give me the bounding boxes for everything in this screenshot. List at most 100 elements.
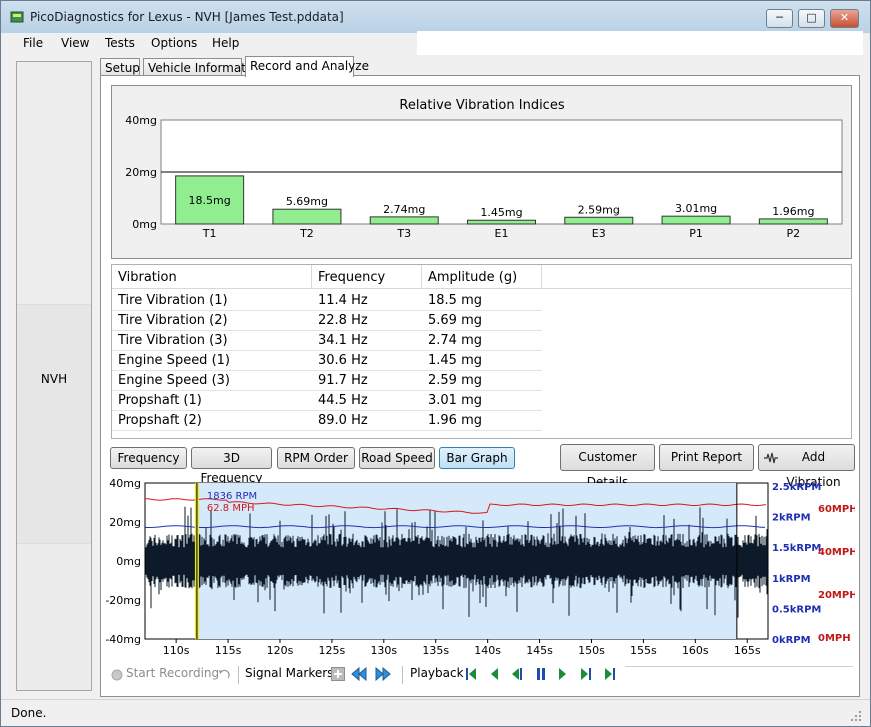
row-divider xyxy=(112,430,542,431)
x-tick-label: T1 xyxy=(202,227,217,240)
column-header-vibration[interactable]: Vibration xyxy=(112,265,312,289)
table-cell-frequency: 44.5 Hz xyxy=(318,393,368,408)
play-reverse-icon[interactable] xyxy=(511,667,523,681)
table-cell-vibration: Tire Vibration (1) xyxy=(118,293,228,308)
next-marker-icon[interactable] xyxy=(375,667,391,681)
close-icon: ✕ xyxy=(839,11,850,24)
table-cell-vibration: Engine Speed (1) xyxy=(118,353,230,368)
menu-options[interactable]: Options xyxy=(151,36,197,50)
table-cell-amplitude: 2.74 mg xyxy=(428,333,482,348)
customer-details-button[interactable]: Customer Details xyxy=(560,444,655,489)
bar-value-label: 1.45mg xyxy=(480,206,522,219)
table-cell-amplitude: 18.5 mg xyxy=(428,293,482,308)
table-cell-vibration: Engine Speed (3) xyxy=(118,373,230,388)
tab-record-and-analyze[interactable]: Record and Analyze xyxy=(245,56,369,77)
record-icon xyxy=(111,669,123,681)
table-row[interactable]: Propshaft (1) 44.5 Hz 3.01 mg xyxy=(112,391,851,411)
app-icon xyxy=(10,11,24,23)
x-tick-label: 150s xyxy=(578,644,605,657)
road-speed-button[interactable]: Road Speed xyxy=(359,447,435,469)
step-forward-icon[interactable] xyxy=(580,667,594,681)
table-row[interactable]: Tire Vibration (1) 11.4 Hz 18.5 mg xyxy=(112,291,851,311)
mph-axis-tick: 20MPH xyxy=(818,590,855,601)
menu-tests[interactable]: Tests xyxy=(105,36,135,50)
add-vibration-button[interactable]: Add Vibration xyxy=(758,444,855,489)
x-tick-label: E3 xyxy=(592,227,606,240)
rpm-axis-tick: 0.5kRPM xyxy=(772,604,821,615)
tab-vehicle-information[interactable]: Vehicle Information xyxy=(143,58,264,76)
x-tick-label: 145s xyxy=(526,644,553,657)
minimize-icon: ─ xyxy=(776,11,783,24)
table-row[interactable]: Tire Vibration (3) 34.1 Hz 2.74 mg xyxy=(112,331,851,351)
x-tick-label: 130s xyxy=(370,644,397,657)
table-cell-frequency: 11.4 Hz xyxy=(318,293,368,308)
rpm-axis-tick: 1.5kRPM xyxy=(772,543,821,554)
undo-icon[interactable] xyxy=(217,668,231,682)
table-row[interactable]: Tire Vibration (2) 22.8 Hz 5.69 mg xyxy=(112,311,851,331)
x-tick-label: 135s xyxy=(422,644,449,657)
play-icon[interactable] xyxy=(558,667,568,681)
mph-axis-tick: 40MPH xyxy=(818,547,855,558)
table-row[interactable]: Engine Speed (1) 30.6 Hz 1.45 mg xyxy=(112,351,851,371)
menu-help[interactable]: Help xyxy=(212,36,239,50)
y-tick-label: 20mg xyxy=(109,516,141,529)
y-tick-label: 0mg xyxy=(116,555,141,568)
tab-setup[interactable]: Setup xyxy=(100,58,140,76)
status-text: Done. xyxy=(11,706,47,720)
maximize-button[interactable]: □ xyxy=(798,9,825,28)
frequency-button[interactable]: Frequency xyxy=(110,447,187,469)
mph-axis-tick: 0MPH xyxy=(818,633,851,644)
chart-title: Relative Vibration Indices xyxy=(399,98,564,113)
x-tick-label: 110s xyxy=(163,644,190,657)
rpm-order-button[interactable]: RPM Order xyxy=(277,447,355,469)
y-tick-label: 40mg xyxy=(125,114,157,127)
toolbar-separator-line xyxy=(625,666,853,667)
signal-scope-chart[interactable]: 1836 RPM62.8 MPH 40mg 20mg 0mg -20mg -40mg 2.5… xyxy=(105,477,857,658)
column-header-blank xyxy=(542,265,851,289)
x-tick-label: 140s xyxy=(474,644,501,657)
resize-grip-icon[interactable] xyxy=(850,710,862,722)
bar xyxy=(661,215,731,225)
3d-frequency-button[interactable]: 3D Frequency xyxy=(191,447,272,485)
column-header-amplitude[interactable]: Amplitude (g) xyxy=(422,265,542,289)
add-marker-icon[interactable] xyxy=(331,667,345,681)
table-cell-vibration: Propshaft (1) xyxy=(118,393,202,408)
bar-value-label: 3.01mg xyxy=(675,202,717,215)
table-row[interactable]: Propshaft (2) 89.0 Hz 1.96 mg xyxy=(112,411,851,431)
table-cell-vibration: Propshaft (2) xyxy=(118,413,202,428)
pause-icon[interactable] xyxy=(535,667,547,681)
column-header-frequency[interactable]: Frequency xyxy=(312,265,422,289)
bar-graph-button[interactable]: Bar Graph xyxy=(439,447,515,469)
skip-to-end-icon[interactable] xyxy=(604,667,616,681)
sidebar-item-nvh[interactable] xyxy=(17,304,91,544)
bar xyxy=(467,219,536,225)
rpm-axis-tick: 2kRPM xyxy=(772,513,811,524)
app-window: PicoDiagnostics for Lexus - NVH [James T… xyxy=(0,0,871,727)
table-row[interactable]: Engine Speed (3) 91.7 Hz 2.59 mg xyxy=(112,371,851,391)
bar-graph: Relative Vibration Indices 40mg 20mg 0mg 18.… xyxy=(125,98,843,240)
toolbar-divider xyxy=(402,666,403,684)
x-tick-label: P1 xyxy=(689,227,703,240)
x-tick-label: 155s xyxy=(630,644,657,657)
maximize-icon: □ xyxy=(806,11,817,24)
x-tick-label: 115s xyxy=(215,644,242,657)
bar xyxy=(369,216,439,225)
x-tick-label: 160s xyxy=(682,644,709,657)
bar-graph-panel: Relative Vibration Indices 40mg 20mg 0mg 18.… xyxy=(111,85,852,259)
print-report-button[interactable]: Print Report xyxy=(659,444,754,471)
table-cell-amplitude: 2.59 mg xyxy=(428,373,482,388)
menu-view[interactable]: View xyxy=(61,36,89,50)
close-button[interactable]: ✕ xyxy=(830,9,859,28)
start-recording-button[interactable]: Start Recording xyxy=(126,666,219,680)
status-bar: Done. xyxy=(1,699,870,726)
x-tick-label: T3 xyxy=(396,227,411,240)
step-back-icon[interactable] xyxy=(489,667,499,681)
y-tick-label: -40mg xyxy=(105,633,141,646)
minimize-button[interactable]: ─ xyxy=(766,9,793,28)
panel-band-top xyxy=(17,62,91,304)
previous-marker-icon[interactable] xyxy=(351,667,367,681)
menu-file[interactable]: File xyxy=(23,36,43,50)
table-cell-frequency: 91.7 Hz xyxy=(318,373,368,388)
skip-to-start-icon[interactable] xyxy=(465,667,477,681)
playback-label: Playback xyxy=(410,666,464,680)
